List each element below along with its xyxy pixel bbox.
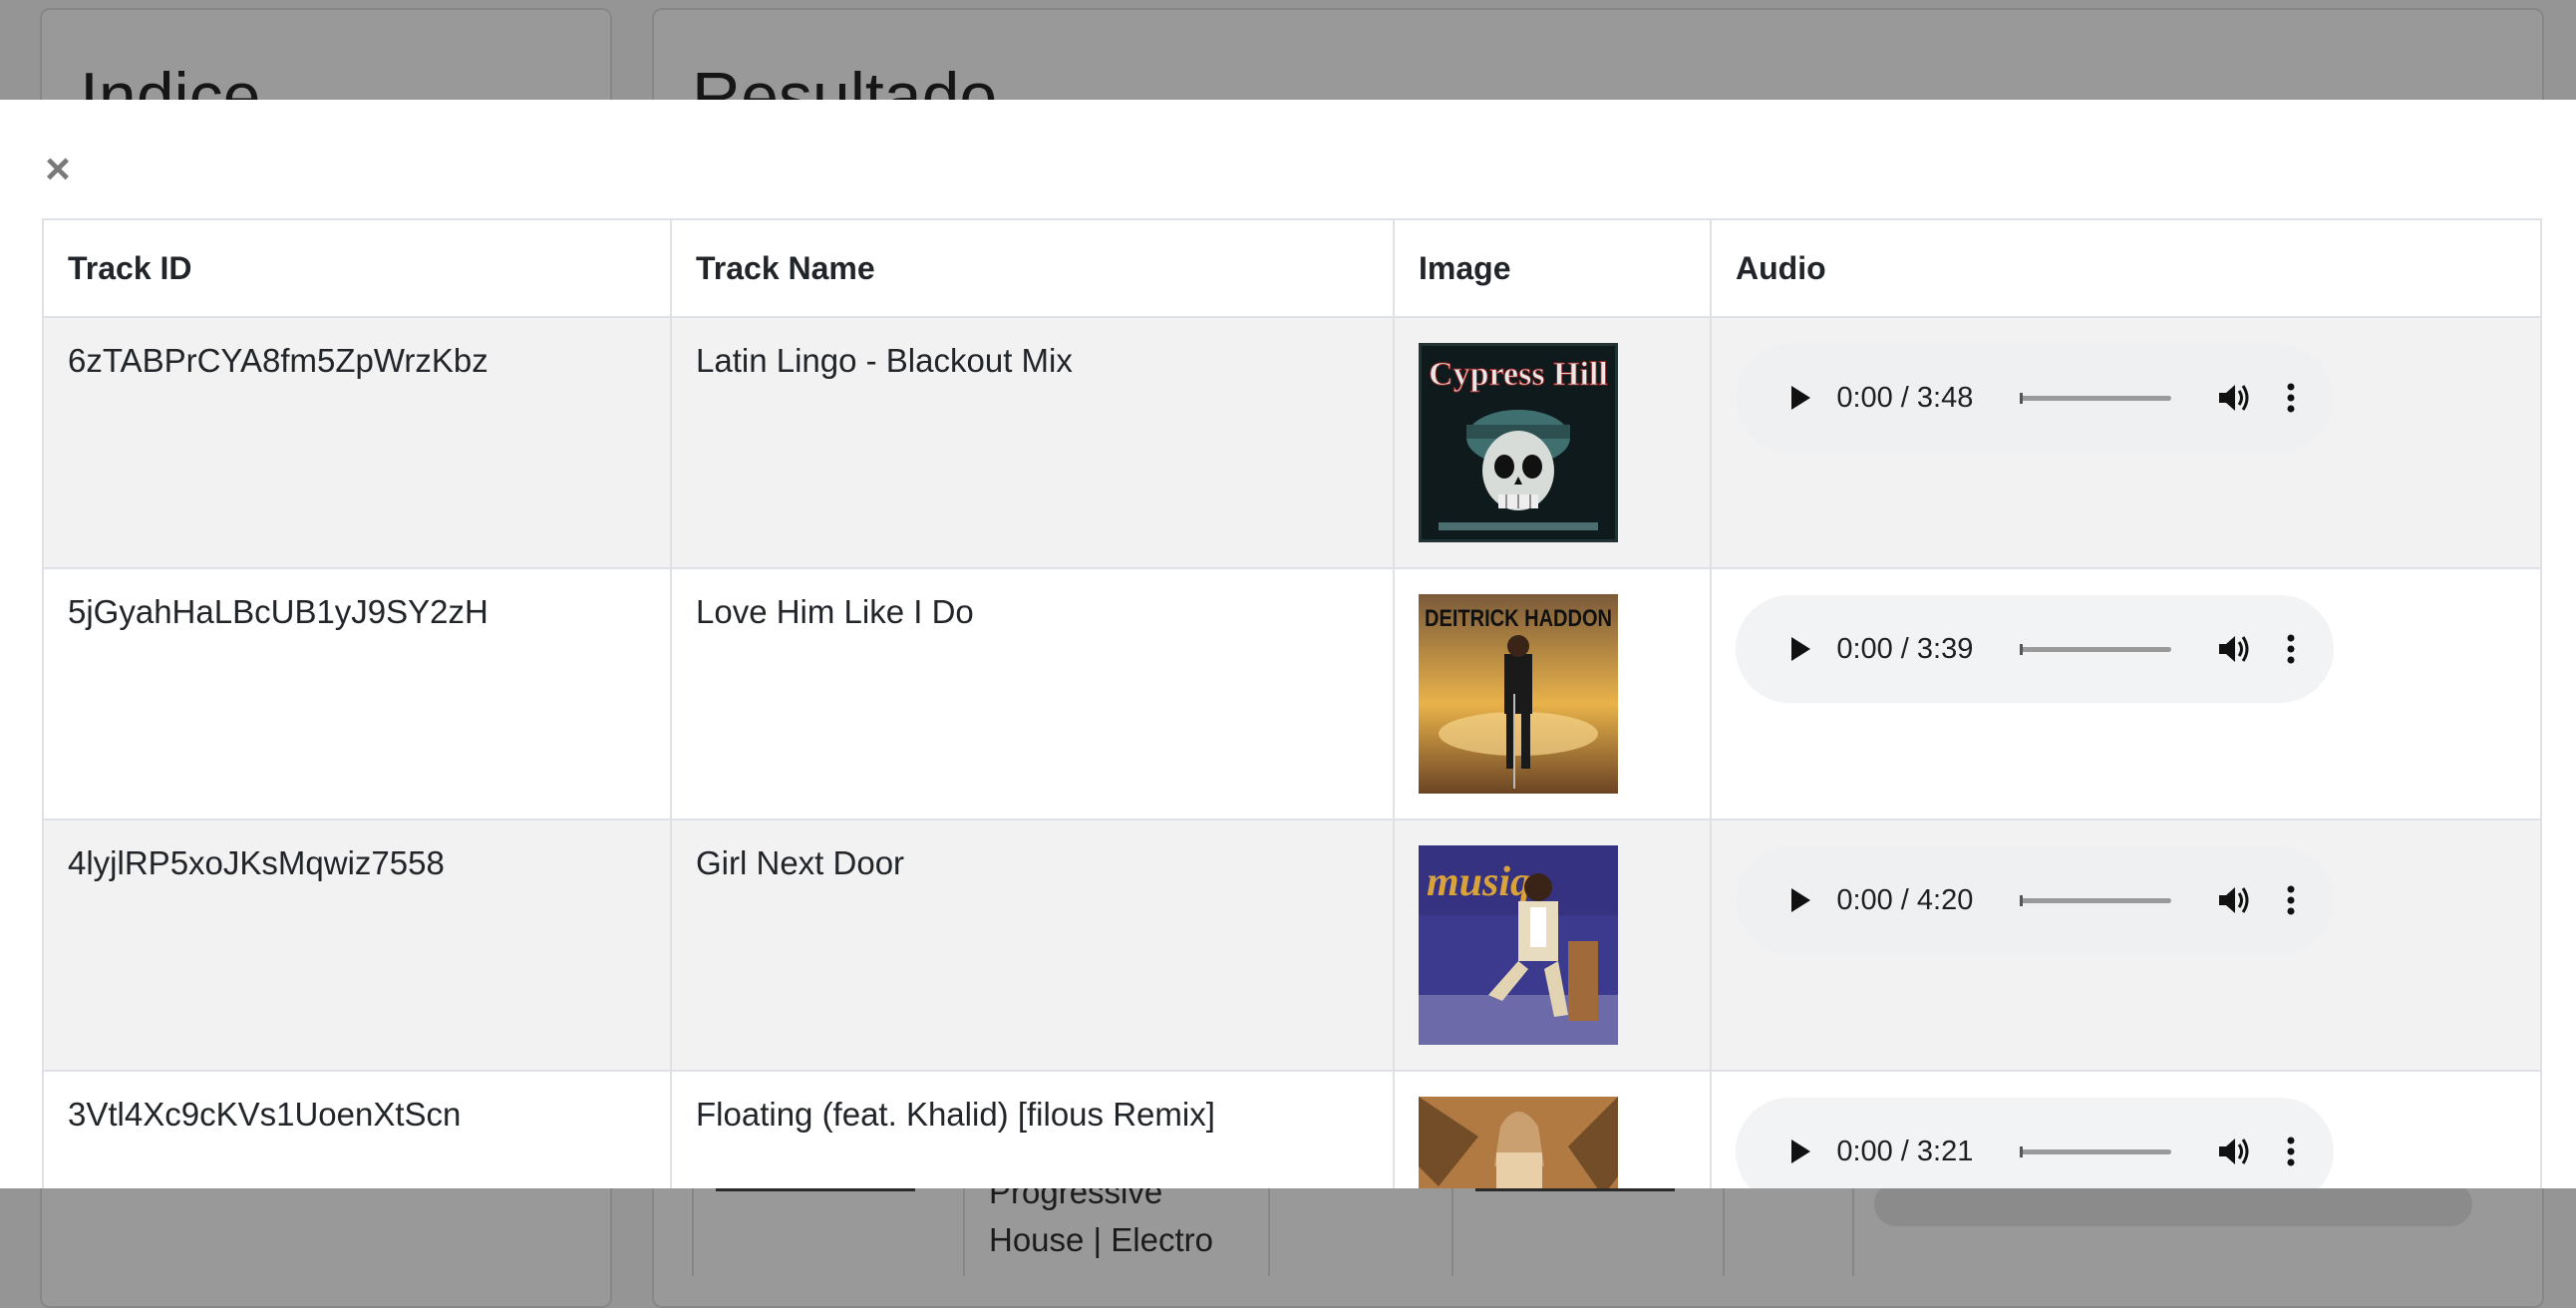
album-cover-image: DEITRICK HADDON <box>1419 594 1618 794</box>
play-icon[interactable] <box>1775 1126 1824 1177</box>
volume-icon[interactable] <box>2211 372 2260 424</box>
more-options-icon[interactable] <box>2272 623 2310 675</box>
audio-progress-slider[interactable] <box>2020 643 2171 655</box>
audio-time: 0:00 / 3:48 <box>1836 381 1974 414</box>
audio-player[interactable]: 0:00 / 3:48 <box>1736 344 2334 452</box>
table-header-row: Track ID Track Name Image Audio <box>42 218 2542 318</box>
audio-progress-slider[interactable] <box>2020 392 2171 404</box>
column-header-image: Image <box>1393 218 1712 318</box>
background-genre-line-2: House | Electro <box>989 1221 1214 1258</box>
track-id-cell: 6zTABPrCYA8fm5ZpWrzKbz <box>42 316 672 569</box>
svg-text:DEITRICK HADDON: DEITRICK HADDON <box>1425 605 1612 632</box>
column-header-track-id: Track ID <box>42 218 672 318</box>
image-cell: Cypress Hill <box>1393 316 1712 569</box>
track-id-cell: 4lyjlRP5xoJKsMqwiz7558 <box>42 818 672 1072</box>
table-row: 5jGyahHaLBcUB1yJ9SY2zH Love Him Like I D… <box>42 567 2542 820</box>
more-options-icon[interactable] <box>2272 874 2310 926</box>
volume-icon[interactable] <box>2211 874 2260 926</box>
album-cover-image <box>1419 1097 1618 1188</box>
audio-cell: 0:00 / 3:21 <box>1710 1070 2542 1188</box>
background-image-edge <box>1475 1188 1675 1191</box>
track-name-cell: Love Him Like I Do <box>670 567 1395 820</box>
background-audio-player <box>1874 1182 2472 1226</box>
table-row: 3Vtl4Xc9cKVs1UoenXtScn Floating (feat. K… <box>42 1070 2542 1188</box>
svg-text:musiq: musiq <box>1427 859 1531 905</box>
audio-progress-slider[interactable] <box>2020 894 2171 906</box>
volume-icon[interactable] <box>2211 623 2260 675</box>
close-icon[interactable]: × <box>38 148 78 191</box>
track-name-cell: Girl Next Door <box>670 818 1395 1072</box>
more-options-icon[interactable] <box>2272 1126 2310 1177</box>
image-cell <box>1393 1070 1712 1188</box>
track-details-modal: × Track ID Track Name Image Audio 6zTABP… <box>0 100 2576 1188</box>
audio-progress-slider[interactable] <box>2020 1145 2171 1157</box>
volume-icon[interactable] <box>2211 1126 2260 1177</box>
audio-cell: 0:00 / 3:39 <box>1710 567 2542 820</box>
play-icon[interactable] <box>1775 372 1824 424</box>
column-header-track-name: Track Name <box>670 218 1395 318</box>
tracks-table: Track ID Track Name Image Audio 6zTABPrC… <box>42 218 2542 1188</box>
audio-cell: 0:00 / 3:48 <box>1710 316 2542 569</box>
album-cover-image: Cypress Hill <box>1419 343 1618 542</box>
column-header-audio: Audio <box>1710 218 2542 318</box>
background-image-edge <box>716 1188 915 1191</box>
play-icon[interactable] <box>1775 623 1824 675</box>
audio-cell: 0:00 / 4:20 <box>1710 818 2542 1072</box>
track-id-cell: 5jGyahHaLBcUB1yJ9SY2zH <box>42 567 672 820</box>
audio-time: 0:00 / 4:20 <box>1836 883 1974 916</box>
play-icon[interactable] <box>1775 874 1824 926</box>
more-options-icon[interactable] <box>2272 372 2310 424</box>
audio-time: 0:00 / 3:21 <box>1836 1135 1974 1167</box>
audio-time: 0:00 / 3:39 <box>1836 632 1974 665</box>
audio-player[interactable]: 0:00 / 3:39 <box>1736 595 2334 703</box>
image-cell: musiq <box>1393 818 1712 1072</box>
svg-text:Cypress Hill: Cypress Hill <box>1429 356 1608 393</box>
album-cover-image: musiq <box>1419 845 1618 1045</box>
audio-player[interactable]: 0:00 / 3:21 <box>1736 1098 2334 1188</box>
table-row: 6zTABPrCYA8fm5ZpWrzKbz Latin Lingo - Bla… <box>42 316 2542 569</box>
track-name-cell: Latin Lingo - Blackout Mix <box>670 316 1395 569</box>
track-id-cell: 3Vtl4Xc9cKVs1UoenXtScn <box>42 1070 672 1188</box>
image-cell: DEITRICK HADDON <box>1393 567 1712 820</box>
track-name-cell: Floating (feat. Khalid) [filous Remix] <box>670 1070 1395 1188</box>
audio-player[interactable]: 0:00 / 4:20 <box>1736 846 2334 954</box>
table-row: 4lyjlRP5xoJKsMqwiz7558 Girl Next Door mu… <box>42 818 2542 1072</box>
